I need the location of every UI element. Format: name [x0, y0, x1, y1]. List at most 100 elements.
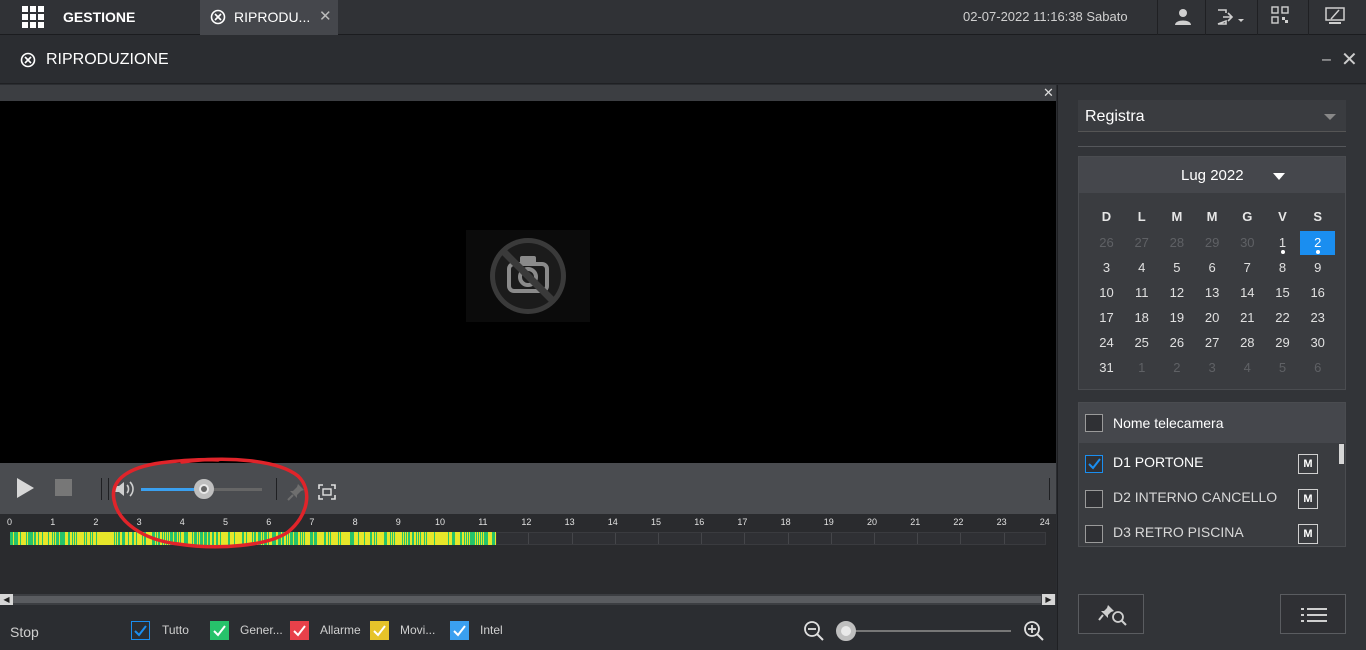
calendar-day[interactable]: 22 — [1265, 306, 1300, 330]
select-all-checkbox[interactable] — [1085, 414, 1103, 432]
calendar-day[interactable]: 11 — [1124, 281, 1159, 305]
calendar-day-number: 13 — [1204, 285, 1220, 300]
main-stream-toggle[interactable]: M — [1298, 489, 1318, 509]
recording-segment — [376, 532, 377, 545]
smart-search-button[interactable] — [1078, 594, 1144, 634]
recording-segment — [358, 532, 359, 545]
calendar-day[interactable]: 6 — [1195, 256, 1230, 280]
camera-list-scrollbar[interactable] — [1339, 444, 1344, 464]
camera-checkbox[interactable] — [1085, 490, 1103, 508]
calendar-day[interactable]: 27 — [1195, 331, 1230, 355]
user-icon[interactable] — [1174, 8, 1192, 26]
calendar-day[interactable]: 1 — [1265, 231, 1300, 255]
camera-row[interactable]: D2 INTERNO CANCELLO M — [1079, 486, 1337, 516]
stop-button[interactable] — [55, 479, 72, 496]
legend-checkbox[interactable] — [131, 621, 150, 640]
scrollbar-thumb[interactable] — [13, 596, 1041, 603]
video-close-icon[interactable]: ✕ — [1043, 85, 1054, 101]
calendar-day[interactable]: 20 — [1195, 306, 1230, 330]
recording-segment — [316, 532, 317, 545]
calendar-day[interactable]: 14 — [1230, 281, 1265, 305]
recording-segment — [426, 532, 427, 545]
main-stream-toggle[interactable]: M — [1298, 454, 1318, 474]
zoom-track[interactable] — [846, 630, 1011, 632]
calendar-day-number: 26 — [1169, 335, 1185, 350]
calendar-day[interactable]: 15 — [1265, 281, 1300, 305]
calendar-day[interactable]: 28 — [1159, 231, 1194, 255]
calendar-day[interactable]: 28 — [1230, 331, 1265, 355]
calendar-day[interactable]: 30 — [1300, 331, 1335, 355]
calendar-day[interactable]: 7 — [1230, 256, 1265, 280]
calendar-day[interactable]: 3 — [1089, 256, 1124, 280]
camera-row[interactable]: D1 PORTONE M — [1079, 451, 1337, 481]
calendar-day-selected[interactable]: 2 — [1300, 231, 1336, 255]
recording-segment — [20, 532, 21, 545]
calendar-day[interactable]: 29 — [1195, 231, 1230, 255]
calendar-day[interactable]: 3 — [1195, 356, 1230, 380]
record-type-select[interactable]: Registra — [1078, 100, 1346, 132]
calendar-day[interactable]: 27 — [1124, 231, 1159, 255]
grid-menu-icon[interactable] — [22, 6, 44, 28]
calendar-day[interactable]: 16 — [1300, 281, 1335, 305]
list-view-button[interactable] — [1280, 594, 1346, 634]
scroll-right-arrow[interactable]: ▶ — [1042, 594, 1055, 605]
fullscreen-icon[interactable] — [318, 484, 336, 500]
calendar-day[interactable]: 25 — [1124, 331, 1159, 355]
qr-code-icon[interactable] — [1271, 6, 1289, 24]
calendar-day[interactable]: 4 — [1124, 256, 1159, 280]
display-icon[interactable] — [1325, 7, 1345, 25]
calendar-day[interactable]: 5 — [1159, 256, 1194, 280]
calendar-day[interactable]: 30 — [1230, 231, 1265, 255]
calendar-day[interactable]: 17 — [1089, 306, 1124, 330]
legend-checkbox[interactable] — [290, 621, 309, 640]
calendar-day[interactable]: 23 — [1300, 306, 1335, 330]
recording-segment — [64, 532, 65, 545]
calendar-day[interactable]: 24 — [1089, 331, 1124, 355]
tab-close-icon[interactable]: ✕ — [319, 7, 332, 25]
calendar-header[interactable]: Lug 2022 — [1079, 157, 1345, 193]
timeline-empty-track[interactable] — [496, 532, 1046, 545]
legend-checkbox[interactable] — [370, 621, 389, 640]
calendar-day[interactable]: 4 — [1230, 356, 1265, 380]
main-stream-toggle[interactable]: M — [1298, 524, 1318, 544]
zoom-in-icon[interactable] — [1023, 620, 1045, 642]
calendar-day[interactable]: 12 — [1159, 281, 1194, 305]
calendar-month[interactable]: Lug 2022 — [1181, 167, 1244, 184]
zoom-slider-handle[interactable] — [836, 621, 856, 641]
calendar-day[interactable]: 26 — [1159, 331, 1194, 355]
calendar-day[interactable]: 13 — [1195, 281, 1230, 305]
scroll-left-arrow[interactable]: ◀ — [0, 594, 13, 605]
timeline-hour-divider — [528, 533, 530, 544]
legend-checkbox[interactable] — [210, 621, 229, 640]
recording-segment — [68, 532, 70, 545]
minimize-icon[interactable]: – — [1322, 51, 1331, 69]
zoom-out-icon[interactable] — [803, 620, 825, 642]
calendar-day[interactable]: 8 — [1265, 256, 1300, 280]
calendar-day[interactable]: 2 — [1159, 356, 1194, 380]
legend-checkbox[interactable] — [450, 621, 469, 640]
calendar-day[interactable]: 29 — [1265, 331, 1300, 355]
calendar-day[interactable]: 10 — [1089, 281, 1124, 305]
tab-riproduzione[interactable]: RIPRODU... ✕ — [200, 0, 338, 35]
logout-icon[interactable] — [1216, 8, 1246, 26]
close-icon[interactable]: ✕ — [1341, 47, 1358, 72]
camera-row[interactable]: D3 RETRO PISCINA M — [1079, 521, 1337, 551]
calendar-day[interactable]: 18 — [1124, 306, 1159, 330]
camera-checkbox[interactable] — [1085, 525, 1103, 543]
calendar-day[interactable]: 21 — [1230, 306, 1265, 330]
recording-segment — [474, 532, 475, 545]
calendar-day[interactable]: 1 — [1124, 356, 1159, 380]
calendar-day[interactable]: 19 — [1159, 306, 1194, 330]
caret-down-icon[interactable] — [1273, 173, 1285, 180]
calendar-day[interactable]: 31 — [1089, 356, 1124, 380]
camera-checkbox[interactable] — [1085, 455, 1103, 473]
calendar-day[interactable]: 9 — [1300, 256, 1335, 280]
recording-segment — [34, 532, 36, 545]
app-title[interactable]: GESTIONE — [63, 9, 135, 25]
calendar-day[interactable]: 6 — [1300, 356, 1335, 380]
recording-segment — [404, 532, 405, 545]
play-button[interactable] — [17, 478, 34, 498]
timeline-hour-divider — [1003, 533, 1005, 544]
calendar-day[interactable]: 26 — [1089, 231, 1124, 255]
calendar-day[interactable]: 5 — [1265, 356, 1300, 380]
